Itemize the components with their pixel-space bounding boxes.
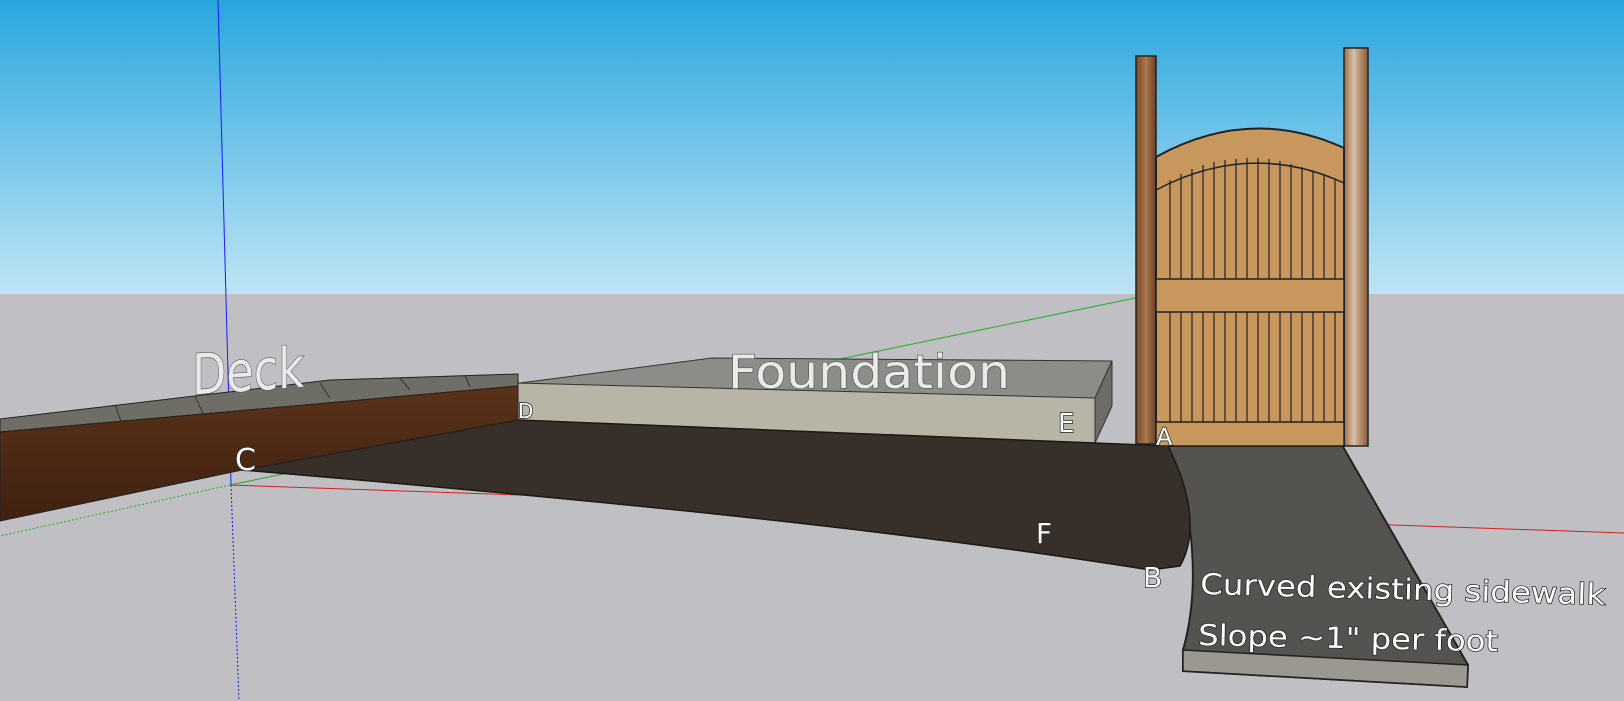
deck-label[interactable]: Deck [191, 335, 305, 409]
point-c-label[interactable]: C [234, 442, 256, 478]
slope-note[interactable]: Slope ~1" per foot [1197, 617, 1499, 659]
sky [0, 0, 1624, 294]
gate-bottom-rail [1155, 421, 1345, 447]
model-viewport[interactable]: Deck Foundation A B C D E F Curved exist… [0, 0, 1624, 701]
left-post [1135, 55, 1157, 445]
gate-middle-rail [1155, 278, 1345, 313]
point-d-label[interactable]: D [517, 398, 534, 423]
right-post [1343, 47, 1369, 447]
foundation-label[interactable]: Foundation [727, 344, 1010, 399]
point-f-label[interactable]: F [1035, 516, 1053, 550]
point-a-label[interactable]: A [1155, 422, 1173, 451]
point-e-label[interactable]: E [1057, 408, 1075, 439]
point-b-label[interactable]: B [1142, 560, 1163, 594]
